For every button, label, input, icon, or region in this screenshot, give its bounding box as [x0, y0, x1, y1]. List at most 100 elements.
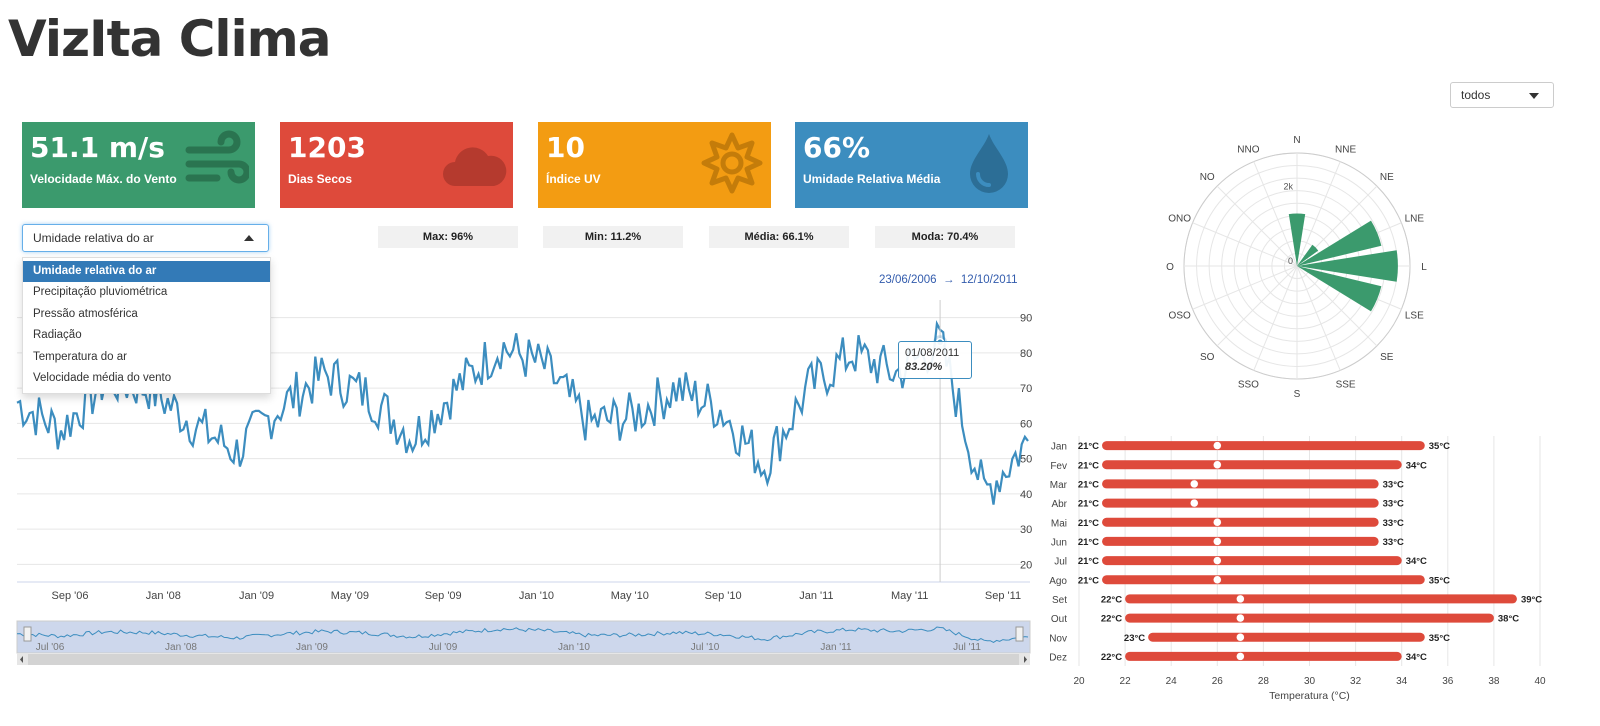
x-tick-label: 30	[1304, 676, 1316, 687]
x-tick-label: 22	[1120, 676, 1132, 687]
caret-up-icon	[244, 235, 254, 241]
month-label: Jun	[1051, 537, 1067, 548]
stat-mean: Média: 66.1%	[709, 226, 849, 248]
temp-low-label: 21°C	[1078, 537, 1099, 548]
radial-tick-label: 2k	[1283, 181, 1293, 191]
direction-label: SSE	[1336, 379, 1356, 390]
temp-range-bar	[1102, 460, 1402, 470]
temp-range-bar	[1102, 556, 1402, 566]
range-start[interactable]: 23/06/2006	[879, 274, 937, 286]
temp-mean-point	[1213, 556, 1222, 565]
angular-gridline	[1216, 185, 1298, 267]
direction-label: L	[1421, 262, 1427, 273]
station-select[interactable]: todos	[1450, 82, 1554, 108]
x-tick-label: Sep '09	[425, 590, 462, 602]
direction-label: O	[1166, 262, 1174, 273]
temp-range-bar	[1125, 651, 1402, 661]
dropdown-option[interactable]: Radiação	[23, 325, 270, 346]
temp-range-bar	[1148, 632, 1425, 642]
x-tick-label: 34	[1396, 676, 1408, 687]
cloud-icon	[443, 147, 507, 186]
navigator-tick-label: Jul '11	[953, 642, 981, 653]
temp-high-label: 33°C	[1383, 479, 1404, 490]
x-tick-label: May '11	[891, 590, 928, 602]
temp-low-label: 21°C	[1078, 518, 1099, 529]
temp-low-label: 21°C	[1078, 575, 1099, 586]
temp-range-bar	[1102, 575, 1425, 585]
month-label: Dez	[1049, 652, 1067, 663]
direction-label: ONO	[1168, 213, 1191, 224]
variable-select[interactable]: Umidade relativa do ar	[22, 224, 269, 252]
temp-high-label: 39°C	[1521, 594, 1542, 605]
wind-rose-chart[interactable]: N NNE NE LNE L LSE SE SSE S SSO SO OSO O ONO NO NNO 0 2k	[1160, 125, 1440, 405]
temp-high-label: 35°C	[1429, 441, 1450, 452]
x-tick-label: Jan '10	[519, 590, 554, 602]
angular-gridline	[1216, 265, 1298, 347]
direction-label: LNE	[1405, 213, 1425, 224]
temp-high-label: 34°C	[1406, 460, 1427, 471]
temp-range-bar	[1125, 613, 1494, 623]
x-axis-title: Temperatura (°C)	[1269, 690, 1350, 702]
date-range[interactable]: 23/06/2006 → 12/10/2011	[879, 274, 1018, 286]
x-tick-label: Sep '11	[985, 590, 1021, 602]
temp-mean-point	[1213, 518, 1222, 527]
temp-mean-point	[1213, 460, 1222, 469]
dropdown-option[interactable]: Pressão atmosférica	[23, 304, 270, 325]
temp-range-bar	[1125, 594, 1517, 604]
direction-label: NNO	[1237, 145, 1259, 156]
temp-high-label: 33°C	[1383, 518, 1404, 529]
wind-icon	[185, 130, 249, 184]
variable-dropdown: Umidade relativa do ar Precipitação pluv…	[22, 257, 271, 394]
navigator-right-handle	[1015, 626, 1024, 642]
month-label: Nov	[1049, 633, 1067, 644]
dropdown-option[interactable]: Velocidade média do vento	[23, 368, 270, 389]
direction-label: S	[1294, 389, 1301, 400]
month-label: Ago	[1049, 576, 1067, 587]
page-title: VizIta Clima	[8, 10, 332, 68]
station-select-value: todos	[1461, 88, 1491, 102]
temp-high-label: 35°C	[1429, 633, 1450, 644]
temp-low-label: 21°C	[1078, 499, 1099, 510]
x-tick-label: Jan '09	[239, 590, 274, 602]
temp-range-bar	[1102, 479, 1379, 489]
y-tick-label: 40	[1020, 489, 1032, 501]
direction-label: NNE	[1335, 145, 1356, 156]
temp-low-label: 21°C	[1078, 556, 1099, 567]
dropdown-option[interactable]: Temperatura do ar	[23, 347, 270, 368]
caret-down-icon	[1529, 93, 1539, 99]
navigator-tick-label: Jul '09	[429, 642, 458, 653]
navigator-scrollbar-thumb	[28, 654, 1019, 665]
temp-range-bar	[1102, 517, 1379, 527]
stat-min: Min: 11.2%	[543, 226, 683, 248]
temp-high-label: 34°C	[1406, 652, 1427, 663]
temp-range-bar	[1102, 536, 1379, 546]
direction-label: SE	[1380, 352, 1394, 363]
temp-mean-point	[1213, 537, 1222, 546]
navigator-tick-label: Jul '10	[691, 642, 720, 653]
dropdown-option[interactable]: Precipitação pluviométrica	[23, 282, 270, 303]
stat-max: Max: 96%	[378, 226, 518, 248]
range-end[interactable]: 12/10/2011	[961, 274, 1018, 286]
navigator-left-handle	[23, 626, 32, 642]
direction-label: NO	[1200, 172, 1215, 183]
chart-tooltip: 01/08/2011 83.20%	[898, 341, 972, 379]
radial-tick-label: 0	[1288, 256, 1293, 266]
month-label: Abr	[1051, 499, 1067, 510]
dropdown-option[interactable]: Umidade relativa do ar	[23, 261, 270, 283]
navigator-tick-label: Jan '10	[558, 642, 590, 653]
temp-mean-point	[1190, 479, 1199, 489]
temp-low-label: 22°C	[1101, 614, 1122, 625]
x-tick-label: Jan '08	[146, 590, 181, 602]
temp-mean-point	[1213, 441, 1222, 450]
variable-select-value: Umidade relativa do ar	[33, 231, 154, 245]
direction-label: OSO	[1169, 311, 1191, 322]
range-arrow: →	[942, 274, 955, 286]
temp-range-bar	[1102, 498, 1379, 508]
x-tick-label: Sep '06	[52, 590, 89, 602]
month-label: Jul	[1054, 557, 1067, 568]
navigator-tick-label: Jan '09	[296, 642, 328, 653]
temperature-range-chart[interactable]: 20 22 24 26 28 30 32 34 36 38 40 Temperatura (°C) Ja…	[1040, 430, 1600, 720]
temp-low-label: 21°C	[1078, 460, 1099, 471]
temp-low-label: 22°C	[1101, 594, 1122, 605]
month-label: Mai	[1051, 518, 1067, 529]
